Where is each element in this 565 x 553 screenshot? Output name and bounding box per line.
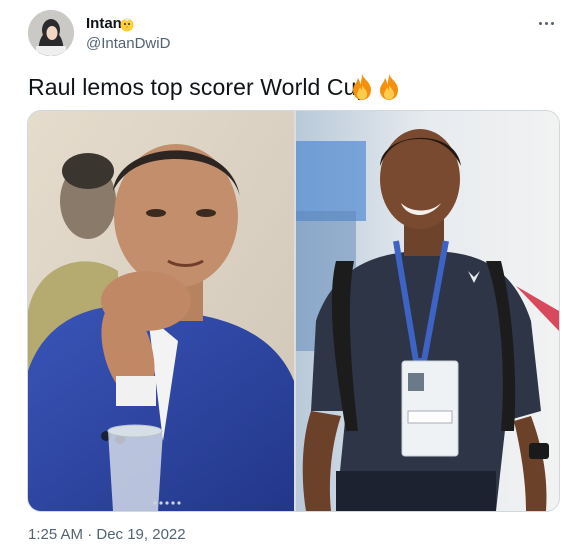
baby-chick-icon: [120, 18, 134, 32]
tweet-timestamp[interactable]: 1:25 AM · Dec 19, 2022: [28, 526, 186, 543]
man-in-blue-suit-photo[interactable]: [28, 111, 294, 511]
smiling-footballer-photo[interactable]: [296, 111, 559, 511]
user-handle[interactable]: @IntanDwiD: [86, 35, 170, 52]
profile-avatar-icon: [28, 10, 74, 56]
tweet-text: Raul lemos top scorer World Cup: [28, 74, 370, 100]
fire-icon: [380, 74, 398, 100]
fire-icon: [353, 74, 371, 100]
more-options-icon[interactable]: [537, 16, 557, 32]
tweet-media[interactable]: [27, 110, 560, 512]
display-name[interactable]: Intan: [86, 15, 122, 32]
avatar[interactable]: [28, 10, 74, 56]
tweet-card: Intan @IntanDwiD Raul lemos top scorer W…: [0, 0, 565, 553]
